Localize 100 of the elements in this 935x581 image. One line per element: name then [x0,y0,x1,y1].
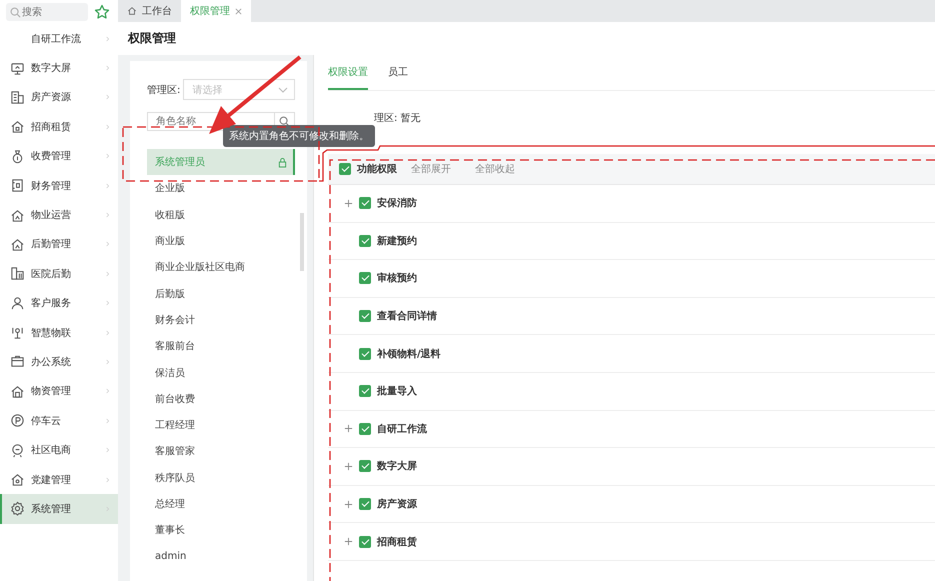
chevron-icon [106,388,110,394]
plus-icon[interactable] [344,462,353,471]
sidebar-item[interactable]: 智慧物联 [0,318,118,348]
tree-item-label: 批量导入 [377,384,417,398]
role-item[interactable]: admin [147,543,295,570]
chevron-icon [106,65,110,72]
person-icon [10,296,25,311]
page-title: 权限管理 [128,30,176,47]
search-icon [10,7,21,18]
role-item[interactable]: 前台收费 [147,386,295,412]
area-text: 理区: 暂无 [374,112,421,125]
sidebar-item[interactable]: 数字大屏 [0,53,118,83]
role-item[interactable]: 企业版 [147,175,295,202]
sidebar-item[interactable]: 办公系统 [0,347,118,377]
role-item[interactable]: 财务会计 [147,306,295,334]
role-item[interactable]: 商业版 [147,228,295,254]
close-icon[interactable] [235,8,242,14]
field-label: 管理区: [147,84,180,96]
star-icon[interactable] [94,4,110,20]
checkbox[interactable] [359,197,371,210]
checkbox[interactable] [359,422,371,435]
house-icon [10,384,25,399]
checkbox[interactable] [359,385,371,398]
chevron-icon [106,124,110,130]
chevron-icon [106,36,110,42]
tree-item-label: 审核预约 [377,271,417,286]
role-item[interactable]: 工程经理 [147,412,295,438]
tooltip: 系统内置角色不可修改和删除。 [223,125,375,147]
role-item[interactable]: 收租版 [147,202,295,228]
sidebar-item[interactable]: 医院后勤 [0,259,118,289]
sidebar-item[interactable]: 系统管理 [0,494,118,524]
home-icon [127,6,137,16]
ledger-icon [10,178,25,194]
house-icon [10,236,25,252]
monitor-icon [10,60,25,76]
role-item[interactable]: 客服前台 [147,333,295,360]
chevron-icon [106,300,110,306]
house-icon [10,119,25,134]
checkbox[interactable] [359,498,371,510]
sidebar-item[interactable]: 停车云 [0,406,118,436]
plus-icon[interactable] [344,198,353,208]
house-icon [10,472,25,488]
tree-item-label: 招商租赁 [377,535,417,549]
tree-item-label: 自研工作流 [377,422,427,436]
scrollbar[interactable] [300,213,304,271]
role-item[interactable]: 客服管家 [147,438,295,465]
role-item[interactable]: 总经理 [147,490,295,518]
parking-icon [10,413,25,428]
checkbox[interactable] [359,460,371,472]
sidebar-item[interactable]: 党建管理 [0,464,118,494]
chevron-icon [106,270,110,277]
sidebar-item[interactable]: 自研工作流 [0,24,118,54]
tree-header-label: 功能权限 [357,162,397,176]
role-item[interactable]: 后勤版 [147,280,295,307]
antenna-icon [10,325,25,340]
plus-icon[interactable] [344,424,353,434]
plus-icon[interactable] [344,537,353,546]
chevron-icon [106,241,110,248]
search-icon [279,116,290,127]
chevron-icon [106,153,110,160]
role-item[interactable]: 秩序队员 [147,464,295,491]
tree-item-label: 查看合同详情 [377,309,437,324]
chevron-icon [106,182,110,189]
search-field[interactable]: 搜索 [6,3,88,21]
sidebar-item[interactable]: 物业运营 [0,200,118,230]
chevron-icon [106,358,110,365]
sidebar-item[interactable]: 收费管理 [0,142,118,171]
tab[interactable]: 工作台 [118,0,181,22]
briefcase-icon [10,354,25,370]
role-item[interactable]: 保洁员 [147,359,295,386]
money-bag-icon [10,148,25,164]
role-item[interactable]: 商业企业版社区电商 [147,254,295,280]
sidebar-item[interactable]: 招商租赁 [0,112,118,142]
tree-item-label: 补领物料/退料 [377,347,441,361]
chevron-icon [106,447,110,454]
checkbox[interactable] [359,234,371,247]
checkbox[interactable] [359,310,371,322]
house-icon [10,208,25,223]
sidebar-item[interactable]: 房产资源 [0,82,118,112]
chevron-icon [106,330,110,336]
tree-item-label: 房产资源 [377,497,417,512]
chevron-icon [106,212,110,218]
sidebar-item[interactable]: 物资管理 [0,376,118,406]
sidebar-item[interactable]: 后勤管理 [0,230,118,260]
checkbox[interactable] [359,348,371,360]
sidebar-item[interactable]: 财务管理 [0,170,118,200]
building-icon [10,90,25,105]
checkbox[interactable] [339,163,351,175]
tab[interactable]: 员工 [388,65,408,90]
plus-icon[interactable] [344,500,353,509]
sidebar-item[interactable]: 社区电商 [0,435,118,465]
chevron-down-icon [278,86,288,92]
checkbox[interactable] [359,272,371,284]
sidebar-item[interactable]: 客户服务 [0,288,118,318]
gear-icon [10,501,25,516]
tree-item-label: 安保消防 [377,196,417,210]
role-item[interactable]: 董事长 [147,517,295,544]
chevron-icon [106,94,110,100]
checkbox[interactable] [359,536,371,548]
tree-item-label: 数字大屏 [377,459,417,474]
